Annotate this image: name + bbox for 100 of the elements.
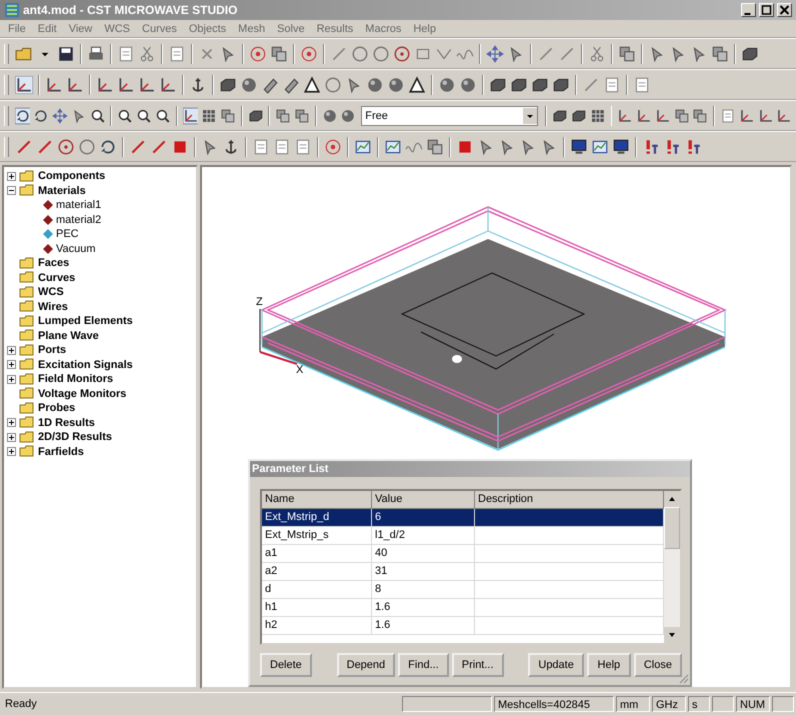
axes-icon[interactable] bbox=[66, 76, 84, 94]
menu-item[interactable]: Objects bbox=[182, 22, 232, 34]
expand-icon[interactable] bbox=[7, 360, 16, 370]
move-icon[interactable] bbox=[486, 44, 504, 62]
tree-item[interactable]: Plane Wave bbox=[38, 330, 99, 342]
target-icon[interactable] bbox=[324, 138, 342, 156]
target-icon[interactable] bbox=[300, 44, 318, 62]
tree-item[interactable]: Wires bbox=[38, 300, 68, 313]
layers-icon[interactable] bbox=[270, 44, 288, 62]
page-icon[interactable] bbox=[603, 76, 621, 94]
dropdown-field[interactable]: Free bbox=[361, 106, 538, 126]
dialog-button[interactable]: Help bbox=[586, 653, 631, 677]
tree-item[interactable]: material1 bbox=[56, 199, 102, 212]
circle-icon[interactable] bbox=[57, 138, 75, 156]
menu-item[interactable]: Help bbox=[407, 22, 442, 34]
column-header[interactable]: Name bbox=[262, 491, 372, 509]
collapse-icon[interactable] bbox=[7, 186, 16, 196]
cylinder-icon[interactable] bbox=[282, 76, 300, 94]
expand-icon[interactable] bbox=[7, 346, 16, 355]
layers-icon[interactable] bbox=[711, 44, 729, 62]
tree-item[interactable]: Vacuum bbox=[56, 242, 96, 255]
scissors-icon[interactable] bbox=[588, 44, 606, 62]
tree-item[interactable]: Curves bbox=[38, 272, 76, 284]
tree-item[interactable]: Voltage Monitors bbox=[38, 388, 126, 400]
axes-icon[interactable] bbox=[45, 76, 63, 94]
sphere-icon[interactable] bbox=[240, 76, 258, 94]
table-row[interactable]: Ext_Mstrip_d 6 bbox=[262, 509, 664, 527]
tree-item[interactable]: Probes bbox=[38, 402, 76, 414]
scrollbar[interactable] bbox=[664, 491, 680, 643]
menu-item[interactable]: Edit bbox=[32, 22, 63, 34]
circle-icon[interactable] bbox=[351, 44, 369, 62]
sphere-icon[interactable] bbox=[438, 76, 456, 94]
page-icon[interactable] bbox=[720, 106, 736, 124]
page-icon[interactable] bbox=[273, 138, 291, 156]
dialog-button[interactable]: Close bbox=[634, 653, 682, 677]
scroll-thumb[interactable] bbox=[664, 507, 680, 549]
target-icon[interactable] bbox=[249, 44, 267, 62]
expand-icon[interactable] bbox=[7, 418, 16, 428]
resize-grip-icon[interactable] bbox=[677, 672, 689, 684]
cone-icon[interactable] bbox=[408, 76, 426, 94]
maximize-icon[interactable] bbox=[759, 3, 774, 17]
dialog-button[interactable]: Print... bbox=[452, 653, 504, 677]
page-icon[interactable] bbox=[252, 138, 270, 156]
dialog-button[interactable]: Depend bbox=[336, 653, 396, 677]
axes-icon[interactable] bbox=[117, 76, 135, 94]
scroll-up-icon[interactable] bbox=[664, 491, 680, 507]
table-row[interactable]: h1 1.6 bbox=[262, 599, 664, 617]
monitor-icon[interactable] bbox=[570, 138, 588, 156]
table-row[interactable]: a1 40 bbox=[262, 545, 664, 563]
layers-icon[interactable] bbox=[426, 138, 444, 156]
move-icon[interactable] bbox=[52, 106, 68, 124]
tree-item[interactable]: 2D/3D Results bbox=[38, 431, 112, 444]
page-icon[interactable] bbox=[633, 76, 651, 94]
menu-item[interactable]: Curves bbox=[136, 22, 183, 34]
tree-item[interactable]: 1D Results bbox=[38, 416, 95, 429]
tree-item[interactable]: Ports bbox=[38, 344, 66, 356]
expand-icon[interactable] bbox=[7, 374, 16, 384]
layers-icon[interactable] bbox=[618, 44, 636, 62]
axes-icon[interactable] bbox=[15, 76, 33, 94]
menu-item[interactable]: Results bbox=[310, 22, 360, 34]
printer-icon[interactable] bbox=[87, 44, 105, 62]
layers-icon[interactable] bbox=[275, 106, 292, 124]
sphere-icon[interactable] bbox=[459, 76, 477, 94]
table-row[interactable]: Ext_Mstrip_s l1_d/2 bbox=[262, 527, 664, 545]
column-header[interactable]: Value bbox=[372, 491, 475, 509]
tree-item[interactable]: WCS bbox=[38, 286, 64, 298]
circle-icon[interactable] bbox=[78, 138, 96, 156]
layers-icon[interactable] bbox=[294, 106, 310, 124]
tree-item[interactable]: Components bbox=[38, 170, 106, 182]
line-icon[interactable] bbox=[129, 138, 147, 156]
sphere-icon[interactable] bbox=[387, 76, 405, 94]
tree-item[interactable]: Excitation Signals bbox=[38, 358, 133, 371]
cone-icon[interactable] bbox=[303, 76, 321, 94]
page-icon[interactable] bbox=[168, 44, 186, 62]
tree-item[interactable]: Lumped Elements bbox=[38, 315, 133, 328]
axes-icon[interactable] bbox=[182, 106, 198, 124]
tree-item[interactable]: Materials bbox=[38, 184, 86, 197]
line-icon[interactable] bbox=[150, 138, 168, 156]
column-header[interactable]: Description bbox=[475, 491, 664, 509]
tree-item[interactable]: PEC bbox=[56, 228, 79, 240]
sphere-icon[interactable] bbox=[366, 76, 384, 94]
layers-icon[interactable] bbox=[692, 106, 708, 124]
monitor-icon[interactable] bbox=[612, 138, 630, 156]
tree-item[interactable]: Faces bbox=[38, 257, 70, 270]
dialog-button[interactable]: Delete bbox=[260, 653, 312, 677]
axes-icon[interactable] bbox=[96, 76, 114, 94]
tree-item[interactable]: material2 bbox=[56, 214, 102, 226]
layers-icon[interactable] bbox=[220, 106, 236, 124]
page-icon[interactable] bbox=[117, 44, 135, 62]
minimize-icon[interactable] bbox=[741, 3, 756, 17]
cylinder-icon[interactable] bbox=[261, 76, 279, 94]
menu-item[interactable]: WCS bbox=[98, 22, 136, 34]
table-row[interactable]: a2 31 bbox=[262, 563, 664, 581]
axes-icon[interactable] bbox=[159, 76, 177, 94]
menu-item[interactable]: Solve bbox=[271, 22, 311, 34]
table-row[interactable]: h2 1.6 bbox=[262, 617, 664, 635]
circle-icon[interactable] bbox=[372, 44, 390, 62]
caret-icon[interactable] bbox=[523, 108, 538, 124]
layers-icon[interactable] bbox=[674, 106, 690, 124]
line-icon[interactable] bbox=[15, 138, 33, 156]
